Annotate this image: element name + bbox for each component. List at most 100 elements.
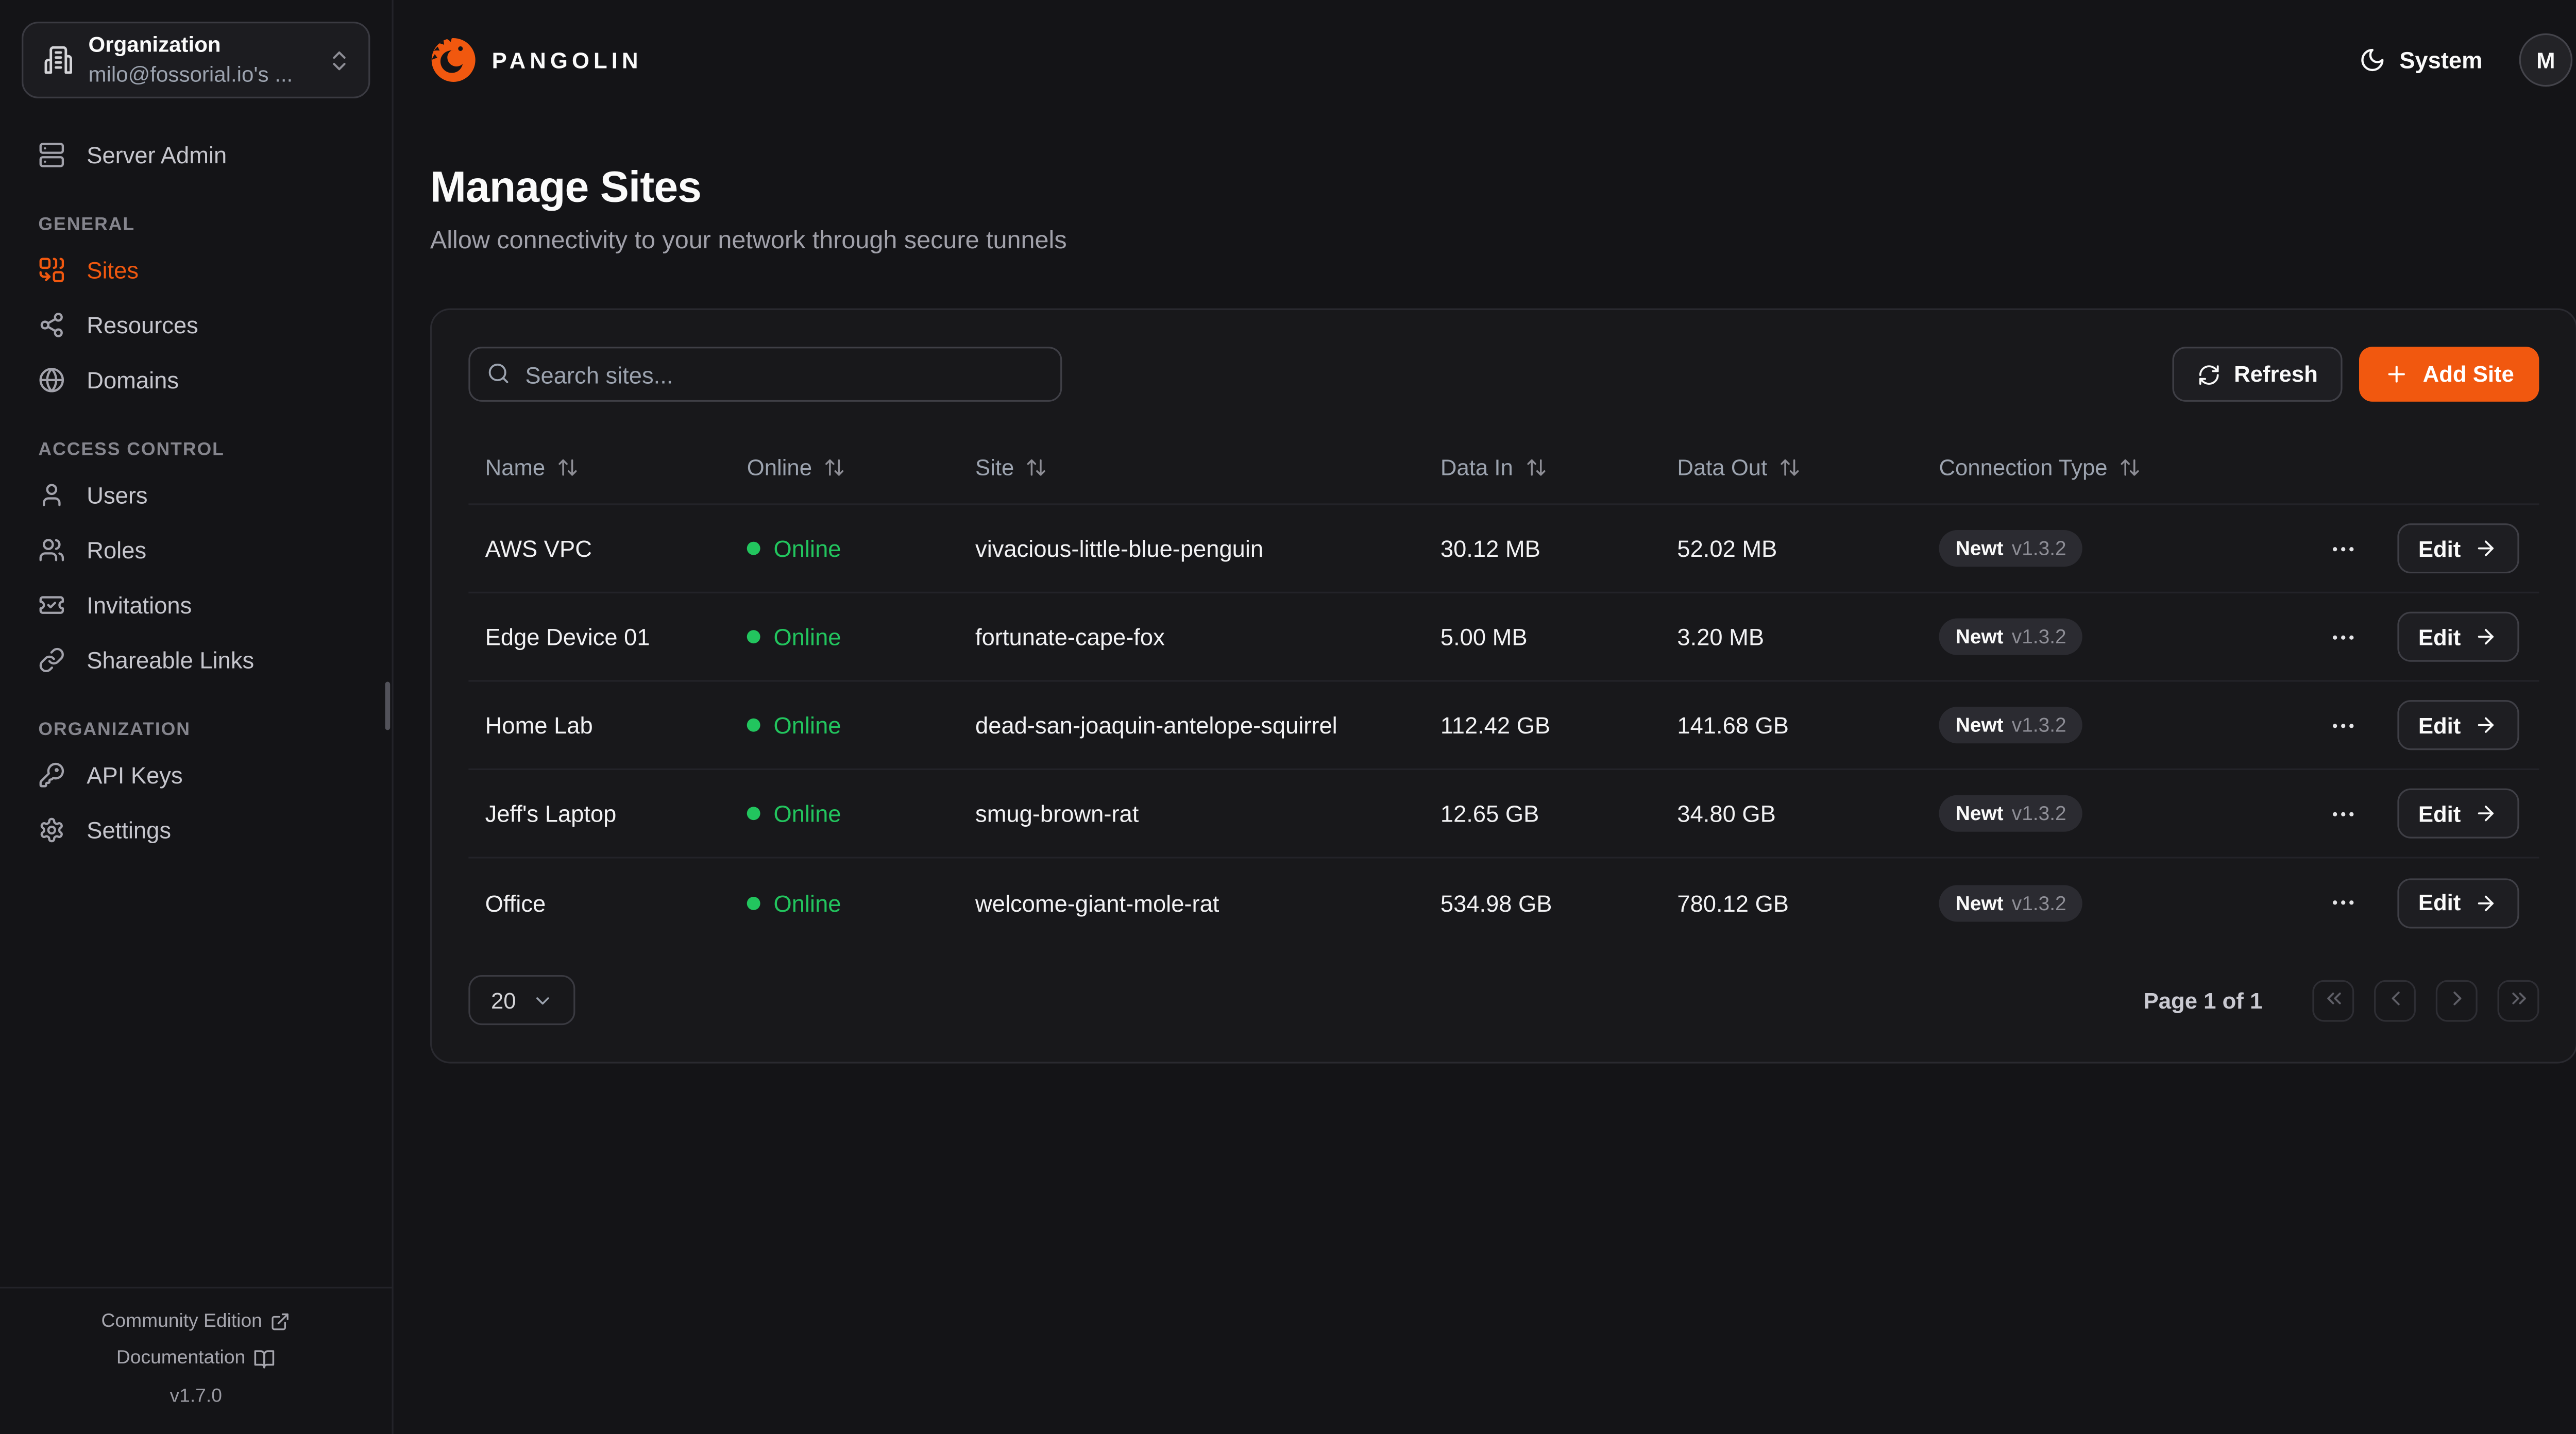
connection-type-cell: Newt v1.3.2	[1922, 530, 2306, 567]
sidebar-item-label: Sites	[87, 256, 139, 283]
connection-type-badge: Newt v1.3.2	[1939, 530, 2083, 567]
edit-button[interactable]: Edit	[2397, 523, 2519, 573]
chevrons-up-down-icon	[327, 47, 352, 73]
sidebar-item-users[interactable]: Users	[23, 467, 368, 522]
connection-type-badge: Newt v1.3.2	[1939, 884, 2083, 921]
edit-button[interactable]: Edit	[2397, 612, 2519, 662]
org-selector[interactable]: Organization milo@fossorial.io's ...	[22, 22, 370, 98]
moon-icon	[2360, 47, 2386, 74]
share-icon	[38, 311, 65, 338]
data-out-cell: 141.68 GB	[1660, 712, 1922, 739]
column-header-data-in[interactable]: Data In	[1424, 455, 1661, 480]
online-status-dot	[747, 807, 760, 820]
column-header-data-out[interactable]: Data Out	[1660, 455, 1922, 480]
arrow-right-icon	[2474, 891, 2497, 914]
user-avatar[interactable]: M	[2519, 33, 2573, 87]
sidebar-nav: Server Admin GENERAL Sites Resources Dom…	[0, 127, 392, 857]
users-icon	[38, 536, 65, 562]
data-out-cell: 34.80 GB	[1660, 800, 1922, 827]
page-header: Manage Sites Allow connectivity to your …	[394, 120, 2576, 255]
sites-toolbar: Refresh Add Site	[468, 347, 2539, 402]
chevron-right-icon	[2445, 986, 2468, 1014]
first-page-button[interactable]	[2312, 979, 2354, 1021]
community-edition-link[interactable]: Community Edition	[0, 1303, 392, 1340]
edit-button[interactable]: Edit	[2397, 789, 2519, 839]
chevron-down-icon	[531, 989, 553, 1011]
row-actions-menu-button[interactable]	[2328, 711, 2357, 739]
brand-name: PANGOLIN	[492, 47, 642, 73]
sort-icon	[1026, 457, 1047, 479]
edit-button[interactable]: Edit	[2397, 700, 2519, 750]
search-input[interactable]	[468, 347, 1062, 402]
sidebar-item-settings[interactable]: Settings	[23, 802, 368, 857]
column-header-name[interactable]: Name	[468, 455, 730, 480]
sidebar-footer: Community Edition Documentation v1.7.0	[0, 1286, 392, 1434]
key-icon	[38, 761, 65, 788]
app-root: Organization milo@fossorial.io's ... Ser…	[0, 0, 2576, 1434]
sidebar-item-server-admin[interactable]: Server Admin	[23, 127, 368, 182]
row-actions-menu-button[interactable]	[2328, 534, 2357, 562]
row-actions-menu-button[interactable]	[2328, 799, 2357, 828]
refresh-icon	[2197, 363, 2221, 386]
connection-type-badge: Newt v1.3.2	[1939, 795, 2083, 832]
page-indicator: Page 1 of 1	[2144, 987, 2263, 1013]
online-status-cell: Online	[730, 800, 958, 827]
sidebar-item-label: Roles	[87, 536, 146, 562]
sidebar: Organization milo@fossorial.io's ... Ser…	[0, 0, 394, 1434]
data-in-cell: 534.98 GB	[1424, 889, 1661, 916]
data-out-cell: 3.20 MB	[1660, 623, 1922, 650]
sidebar-section-general: GENERAL	[38, 215, 353, 235]
refresh-button[interactable]: Refresh	[2172, 347, 2343, 402]
sidebar-item-roles[interactable]: Roles	[23, 522, 368, 577]
column-header-connection-type[interactable]: Connection Type	[1922, 455, 2306, 480]
sidebar-item-invitations[interactable]: Invitations	[23, 577, 368, 632]
sidebar-section-organization: ORGANIZATION	[38, 720, 353, 740]
next-page-button[interactable]	[2436, 979, 2478, 1021]
theme-toggle-label: System	[2399, 47, 2482, 74]
last-page-button[interactable]	[2498, 979, 2539, 1021]
theme-toggle[interactable]: System	[2360, 47, 2483, 74]
ticket-check-icon	[38, 591, 65, 618]
column-header-site[interactable]: Site	[959, 455, 1424, 480]
sidebar-section-access-control: ACCESS CONTROL	[38, 440, 353, 460]
external-link-icon	[270, 1311, 291, 1331]
sidebar-item-api-keys[interactable]: API Keys	[23, 747, 368, 802]
column-header-online[interactable]: Online	[730, 455, 958, 480]
sidebar-scrollbar-thumb[interactable]	[385, 682, 391, 730]
add-site-button[interactable]: Add Site	[2360, 347, 2539, 402]
row-actions-menu-button[interactable]	[2328, 623, 2357, 651]
sidebar-item-shareable-links[interactable]: Shareable Links	[23, 631, 368, 687]
page-title: Manage Sites	[430, 162, 2576, 213]
sidebar-item-sites[interactable]: Sites	[23, 242, 368, 297]
sites-table: Name Online Site Data In	[468, 432, 2539, 947]
sidebar-item-resources[interactable]: Resources	[23, 297, 368, 352]
online-status-dot	[747, 630, 760, 643]
sidebar-item-label: Server Admin	[87, 141, 227, 167]
table-header-row: Name Online Site Data In	[468, 432, 2539, 505]
building-icon	[43, 45, 73, 75]
prev-page-button[interactable]	[2374, 979, 2416, 1021]
connection-type-badge: Newt v1.3.2	[1939, 707, 2083, 743]
online-status-cell: Online	[730, 889, 958, 916]
book-open-icon	[253, 1348, 275, 1370]
documentation-link[interactable]: Documentation	[0, 1340, 392, 1378]
site-slug-cell: smug-brown-rat	[959, 800, 1424, 827]
row-actions-menu-button[interactable]	[2328, 889, 2357, 917]
sidebar-item-domains[interactable]: Domains	[23, 352, 368, 407]
sidebar-item-label: API Keys	[87, 761, 182, 788]
sidebar-item-label: Shareable Links	[87, 646, 254, 673]
page-size-select[interactable]: 20	[468, 975, 575, 1025]
connection-type-cell: Newt v1.3.2	[1922, 795, 2306, 832]
table-row: Jeff's Laptop Online smug-brown-rat 12.6…	[468, 770, 2539, 859]
chevrons-right-icon	[2506, 986, 2530, 1014]
connection-type-badge: Newt v1.3.2	[1939, 619, 2083, 655]
sort-icon	[824, 457, 845, 479]
sidebar-item-label: Resources	[87, 311, 198, 338]
table-row: Home Lab Online dead-san-joaquin-antelop…	[468, 682, 2539, 771]
brand-logo[interactable]: PANGOLIN	[430, 37, 642, 83]
chevrons-left-icon	[2321, 986, 2345, 1014]
edit-button[interactable]: Edit	[2397, 878, 2519, 928]
online-status-dot	[747, 719, 760, 732]
arrow-right-icon	[2474, 625, 2497, 648]
search-icon	[487, 362, 510, 385]
